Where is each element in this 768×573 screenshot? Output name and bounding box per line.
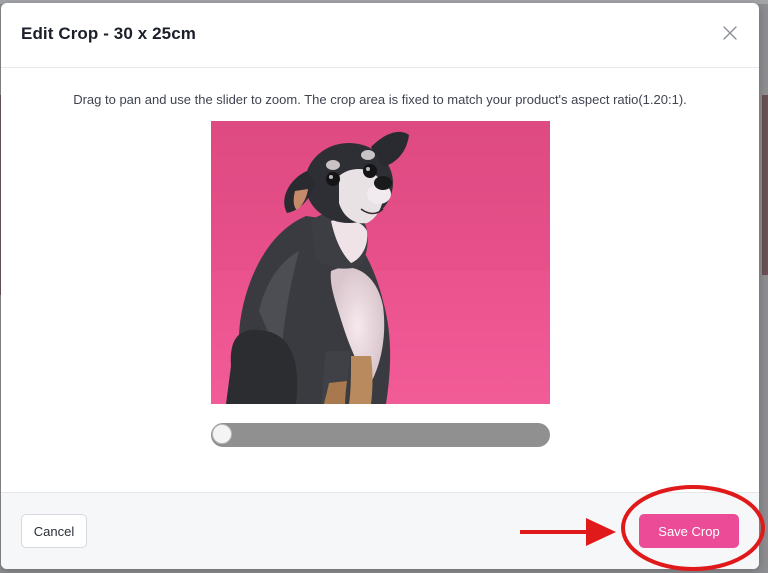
edit-crop-modal: Edit Crop - 30 x 25cm Drag to pan and us… (1, 3, 759, 569)
background-photo-right (762, 95, 768, 275)
modal-header: Edit Crop - 30 x 25cm (1, 3, 759, 68)
zoom-slider[interactable] (211, 423, 550, 447)
crop-area[interactable] (211, 121, 550, 404)
cancel-button[interactable]: Cancel (21, 514, 87, 548)
close-icon (723, 26, 737, 40)
close-button[interactable] (721, 24, 739, 42)
modal-body: Drag to pan and use the slider to zoom. … (1, 68, 759, 492)
save-crop-button[interactable]: Save Crop (639, 514, 739, 548)
crop-instructions: Drag to pan and use the slider to zoom. … (73, 92, 687, 107)
modal-footer: Cancel Save Crop (1, 492, 759, 569)
dog-photo (211, 121, 550, 404)
zoom-slider-thumb[interactable] (212, 424, 232, 444)
modal-title: Edit Crop - 30 x 25cm (21, 24, 196, 43)
